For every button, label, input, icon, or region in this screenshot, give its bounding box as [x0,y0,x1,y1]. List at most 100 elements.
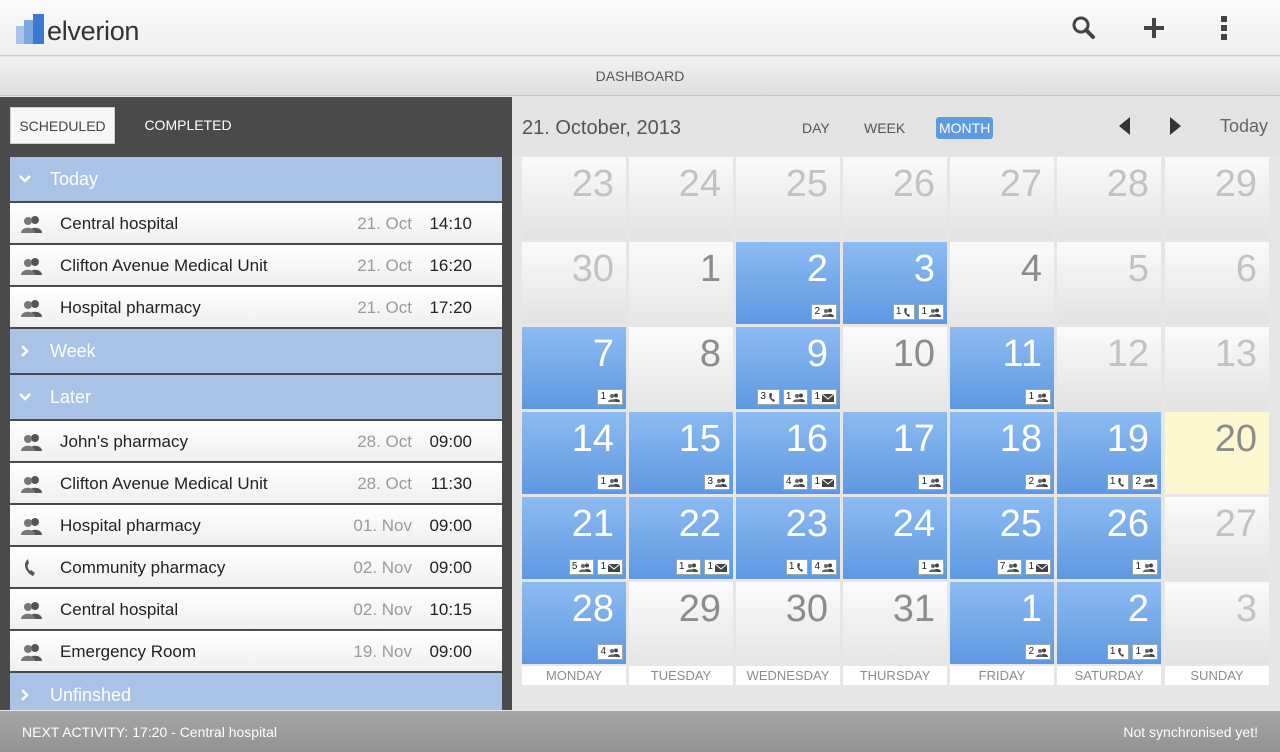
tab-completed[interactable]: COMPLETED [128,107,248,144]
calendar-day[interactable]: 3 [1165,582,1269,664]
calendar-day[interactable]: 24 [629,157,733,239]
calendar-day[interactable]: 28 [1057,157,1161,239]
view-month-button[interactable]: MONTH [936,117,994,139]
calendar-day[interactable]: 29 [629,582,733,664]
calendar-day[interactable]: 21 5 1 [522,497,626,579]
calendar-day[interactable]: 31 [843,582,947,664]
calendar-day[interactable]: 6 [1165,242,1269,324]
section-today[interactable]: Today [10,157,502,201]
calendar-day[interactable]: 24 1 [843,497,947,579]
list-item[interactable]: Clifton Avenue Medical Unit 21. Oct 16:20 [10,245,502,285]
calendar-day[interactable]: 1 [629,242,733,324]
calendar-day[interactable]: 30 [522,242,626,324]
calendar-day[interactable]: 19 1 2 [1057,412,1161,494]
day-number: 24 [678,163,721,205]
section-label: Unfinshed [50,685,132,705]
list-item[interactable]: Clifton Avenue Medical Unit 28. Oct 11:30 [10,463,502,503]
item-name: Clifton Avenue Medical Unit [60,256,268,275]
calendar-day[interactable]: 10 [843,327,947,409]
list-item[interactable]: Hospital pharmacy 01. Nov 09:00 [10,505,502,545]
section-unfinshed[interactable]: Unfinshed [10,673,502,710]
list-item[interactable]: Emergency Room 19. Nov 09:00 [10,631,502,671]
calendar-day[interactable]: 15 3 [629,412,733,494]
view-week-button[interactable]: WEEK [862,117,907,139]
item-name: John's pharmacy [60,432,188,451]
item-date: 19. Nov [353,642,412,661]
calendar-day[interactable]: 71 [522,327,626,409]
calendar-day[interactable]: 25 [736,157,840,239]
prev-month-button[interactable] [1114,115,1136,137]
calendar-day[interactable]: 27 [950,157,1054,239]
calendar-day[interactable]: 11 1 [950,327,1054,409]
next-month-button[interactable] [1164,115,1186,137]
phone-icon [766,391,777,402]
item-name: Hospital pharmacy [60,298,201,317]
meeting-icon [21,257,43,275]
calendar-day[interactable]: 29 [1165,157,1269,239]
calendar-day[interactable]: 13 [1165,327,1269,409]
calendar-day[interactable]: 22 [736,242,840,324]
view-day-button[interactable]: DAY [800,117,832,139]
meeting-icon [606,476,620,487]
meeting-count-badge: 5 [568,559,595,575]
calendar-day[interactable]: 14 1 [522,412,626,494]
meeting-icon [21,475,43,493]
item-time: 10:15 [429,600,472,619]
calendar-day[interactable]: 26 1 [1057,497,1161,579]
item-name: Clifton Avenue Medical Unit [60,474,268,493]
activity-badges: 1 [915,559,944,577]
activity-badges: 311 [754,389,837,407]
day-number: 28 [571,588,614,630]
calendar-day[interactable]: 8 [629,327,733,409]
calendar-day[interactable]: 25 7 1 [950,497,1054,579]
list-item[interactable]: Central hospital 21. Oct 14:10 [10,203,502,243]
calendar-day[interactable]: 28 4 [522,582,626,664]
activity-badges: 11 [1104,644,1158,662]
calendar-day[interactable]: 9311 [736,327,840,409]
calendar-day[interactable]: 12 [950,582,1054,664]
day-number: 1 [699,248,721,290]
day-number: 26 [892,163,935,205]
item-name: Emergency Room [60,642,197,661]
calendar-day[interactable]: 26 [843,157,947,239]
calendar-day[interactable]: 18 2 [950,412,1054,494]
next-activity[interactable]: NEXT ACTIVITY: 17:20 - Central hospital [22,724,277,740]
section-week[interactable]: Week [10,329,502,373]
plus-icon [1144,18,1164,38]
calendar-day[interactable]: 4 [950,242,1054,324]
calendar-day[interactable]: 22 1 1 [629,497,733,579]
brand-logo[interactable]: elverion [14,10,149,50]
today-button[interactable]: Today [1220,116,1268,137]
meeting-count-badge: 1 [782,389,809,405]
menu-button[interactable] [1210,12,1238,44]
item-time: 16:20 [429,256,472,275]
calendar-day[interactable]: 12 [1057,327,1161,409]
search-button[interactable] [1070,12,1098,44]
add-button[interactable] [1140,12,1168,44]
section-later[interactable]: Later [10,375,502,419]
calendar-day[interactable]: 17 1 [843,412,947,494]
calendar-day[interactable]: 23 1 4 [736,497,840,579]
call-count-badge: 1 [785,559,809,575]
calendar-day[interactable]: 30 [736,582,840,664]
mail-icon [820,391,834,402]
calendar-day[interactable]: 23 [522,157,626,239]
list-item[interactable]: Hospital pharmacy 21. Oct 17:20 [10,287,502,327]
list-item[interactable]: Central hospital 02. Nov 10:15 [10,589,502,629]
calendar-day[interactable]: 2 11 [1057,582,1161,664]
day-number: 11 [1002,333,1042,375]
calendar-day[interactable]: 5 [1057,242,1161,324]
phone-icon [21,559,43,577]
list-item[interactable]: Community pharmacy 02. Nov 09:00 [10,547,502,587]
calendar-day[interactable]: 27 [1165,497,1269,579]
meeting-count-badge: 2 [1132,474,1158,490]
activity-badges: 4 [594,644,623,662]
weekday-label: WEDNESDAY [736,666,840,685]
calendar-day[interactable]: 20 [1165,412,1269,494]
chevron-down-icon [18,170,32,184]
calendar-day[interactable]: 3 11 [843,242,947,324]
tab-scheduled[interactable]: SCHEDULED [10,107,115,144]
day-number: 6 [1235,248,1257,290]
calendar-day[interactable]: 16 4 1 [736,412,840,494]
list-item[interactable]: John's pharmacy 28. Oct 09:00 [10,421,502,461]
